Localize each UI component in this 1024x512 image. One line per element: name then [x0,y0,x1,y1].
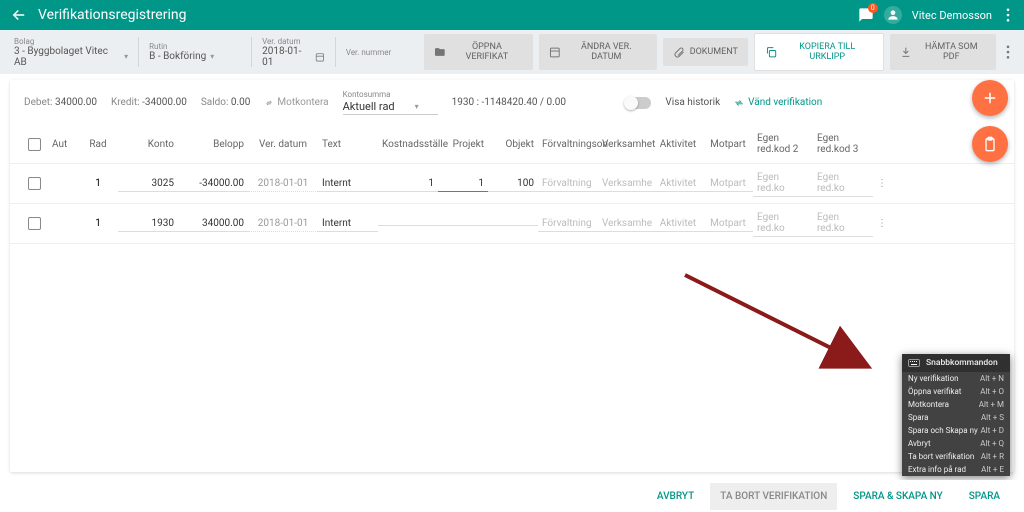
historik-toggle[interactable] [625,97,651,109]
summary-bar: Debet: 34000.00 Kredit: -34000.00 Saldo:… [10,80,1014,125]
save-create-button[interactable]: SPARA & SKAPA NY [843,483,952,510]
historik-label: Visa historik [665,97,720,108]
chevron-down-icon: ▾ [124,52,128,61]
arrow-annotation [680,270,880,390]
notifications-icon[interactable]: 0 [858,7,874,23]
page-title: Verifikationsregistrering [38,7,858,23]
row-menu-icon[interactable]: ⋮ [873,176,885,191]
open-verifikat-button[interactable]: ÖPPNA VERIFIKAT [424,34,533,70]
calendar-icon [549,46,561,58]
shortcut-panel: Snabbkommandon Ny verifikationAlt + NÖpp… [902,354,1010,476]
avatar-icon[interactable] [884,6,902,24]
copy-icon [765,46,777,58]
chevron-down-icon: ▾ [415,102,419,111]
cancel-button[interactable]: AVBRYT [647,483,704,510]
table-row[interactable]: 1 3025 -34000.00 2018-01-01 Internt 1 1 … [10,164,1014,204]
change-date-button[interactable]: ÄNDRA VER. DATUM [539,34,656,70]
shortcut-item: Ta bort verifikationAlt + R [902,450,1010,463]
row-checkbox[interactable] [28,177,41,190]
download-pdf-button[interactable]: HÄMTA SOM PDF [890,34,996,70]
more-icon[interactable] [1002,4,1014,26]
clipboard-icon [982,136,998,152]
select-all-checkbox[interactable] [28,138,41,151]
verdatum-input[interactable]: Ver. datum 2018-01-01 [258,35,329,70]
motkontera-button[interactable]: Motkontera [264,97,328,108]
delete-button[interactable]: TA BORT VERIFIKATION [710,483,837,510]
app-bar: Verifikationsregistrering 0 Vitec Demoss… [0,0,1024,30]
filter-bar: Bolag 3 - Byggbolaget Vitec AB▾ Rutin B … [0,30,1024,74]
chevron-down-icon: ▾ [210,52,214,61]
more-actions-icon[interactable] [1002,41,1014,63]
copy-clipboard-button[interactable]: KOPIERA TILL URKLIPP [754,33,884,71]
save-button[interactable]: SPARA [959,483,1010,510]
document-button[interactable]: DOKUMENT [663,38,748,66]
footer-actions: AVBRYT TA BORT VERIFIKATION SPARA & SKAP… [0,480,1024,512]
bolag-select[interactable]: Bolag 3 - Byggbolaget Vitec AB▾ [10,35,132,70]
balance-text: 1930 : -1148420.40 / 0.00 [452,97,566,108]
rutin-label: Rutin [149,42,241,51]
badge-count: 0 [868,3,878,13]
table-header: Aut Rad Konto Belopp Ver. datum Text Kos… [10,125,1014,164]
calendar-icon [315,52,325,62]
attachment-icon [673,46,685,58]
bolag-label: Bolag [14,37,128,46]
vand-verifikation-button[interactable]: Vänd verifikation [734,97,822,108]
download-icon [900,46,912,58]
shortcut-item: Extra info på radAlt + E [902,463,1010,476]
shortcut-item: Öppna verifikatAlt + O [902,385,1010,398]
keyboard-icon [908,358,920,368]
shortcut-item: Spara och Skapa nyAlt + D [902,424,1010,437]
shortcut-item: AvbrytAlt + Q [902,437,1010,450]
vernummer-input[interactable]: Ver. nummer [342,46,412,59]
user-name: Vitec Demosson [912,9,992,22]
shortcut-item: MotkonteraAlt + M [902,398,1010,411]
row-menu-icon[interactable]: ⋮ [873,216,885,231]
verdatum-label: Ver. datum [262,37,325,46]
shortcut-item: SparaAlt + S [902,411,1010,424]
vernummer-label: Ver. nummer [346,48,408,57]
kontosumma-select[interactable]: Kontosumma Aktuell rad▾ [343,90,438,115]
swap-icon [264,98,274,108]
shortcut-item: Ny verifikationAlt + N [902,372,1010,385]
folder-icon [434,46,446,58]
entries-table: Aut Rad Konto Belopp Ver. datum Text Kos… [10,125,1014,244]
plus-icon [981,89,999,107]
back-icon[interactable] [10,6,28,24]
rutin-select[interactable]: Rutin B - Bokföring▾ [145,40,245,64]
paste-fab[interactable] [972,126,1008,162]
row-checkbox[interactable] [28,217,41,230]
table-row[interactable]: 1 1930 34000.00 2018-01-01 Internt Förva… [10,204,1014,244]
add-fab[interactable] [972,80,1008,116]
reverse-icon [734,98,744,108]
